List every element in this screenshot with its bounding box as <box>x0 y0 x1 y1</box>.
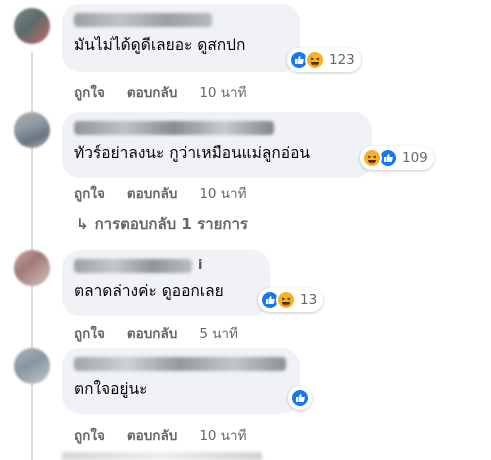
like-button[interactable]: ถูกใจ <box>74 85 105 101</box>
avatar[interactable] <box>14 348 50 384</box>
author-name-blurred[interactable] <box>74 121 274 135</box>
comment-bubble: ตกใจอยู่นะ <box>62 348 300 414</box>
reaction-summary[interactable]: 13 <box>258 288 324 312</box>
author-name-tail: i <box>198 258 203 273</box>
timestamp[interactable]: 10 นาที <box>199 186 246 202</box>
haha-icon <box>276 290 296 310</box>
reaction-count: 123 <box>329 52 355 68</box>
reaction-count: 109 <box>402 150 428 166</box>
haha-icon <box>362 148 382 168</box>
author-name-blurred[interactable] <box>74 13 212 27</box>
next-comment-preview-blurred <box>62 452 262 460</box>
comment-text: ตกใจอยู่นะ <box>74 380 148 398</box>
comment-bubble: i ตลาดล่างค่ะ ดูออกเลย <box>62 250 270 316</box>
reaction-count: 13 <box>300 292 318 308</box>
comment-actions: ถูกใจ ตอบกลับ 5 นาที <box>74 322 260 344</box>
timestamp[interactable]: 10 นาที <box>199 428 246 444</box>
comment-actions: ถูกใจ ตอบกลับ 10 นาที <box>74 424 269 446</box>
reaction-summary[interactable]: 109 <box>360 146 434 170</box>
comment-text: ตลาดล่างค่ะ ดูออกเลย <box>74 282 224 300</box>
author-name-blurred[interactable] <box>74 259 192 273</box>
replies-link-label: การตอบกลับ 1 รายการ <box>94 215 248 233</box>
author-name-blurred[interactable] <box>74 357 286 371</box>
comment-text: มันไม่ได้ดูดีเลยอะ ดูสกปก <box>74 36 246 54</box>
reply-arrow-icon: ↳ <box>76 215 89 233</box>
comment-bubble: ทัวร์อย่าลงนะ กูว่าเหมือนแม่ลูกอ่อน <box>62 112 372 178</box>
reply-button[interactable]: ตอบกลับ <box>127 428 177 444</box>
like-icon <box>290 388 310 408</box>
comment-bubble: มันไม่ได้ดูดีเลยอะ ดูสกปก <box>62 4 300 72</box>
reaction-summary[interactable]: 123 <box>287 48 361 72</box>
view-replies-link[interactable]: ↳ การตอบกลับ 1 รายการ <box>76 212 248 236</box>
like-button[interactable]: ถูกใจ <box>74 428 105 444</box>
reply-button[interactable]: ตอบกลับ <box>127 186 177 202</box>
avatar[interactable] <box>14 8 50 44</box>
reaction-summary[interactable] <box>288 386 312 410</box>
comment-actions: ถูกใจ ตอบกลับ 10 นาที <box>74 182 269 204</box>
comment-text: ทัวร์อย่าลงนะ กูว่าเหมือนแม่ลูกอ่อน <box>74 144 310 162</box>
avatar[interactable] <box>14 112 50 148</box>
reply-button[interactable]: ตอบกลับ <box>127 326 177 342</box>
reply-button[interactable]: ตอบกลับ <box>127 85 177 101</box>
timestamp[interactable]: 10 นาที <box>199 85 246 101</box>
comment-actions: ถูกใจ ตอบกลับ 10 นาที <box>74 81 269 103</box>
avatar[interactable] <box>14 250 50 286</box>
like-button[interactable]: ถูกใจ <box>74 186 105 202</box>
like-button[interactable]: ถูกใจ <box>74 326 105 342</box>
timestamp[interactable]: 5 นาที <box>199 326 238 342</box>
haha-icon <box>305 50 325 70</box>
